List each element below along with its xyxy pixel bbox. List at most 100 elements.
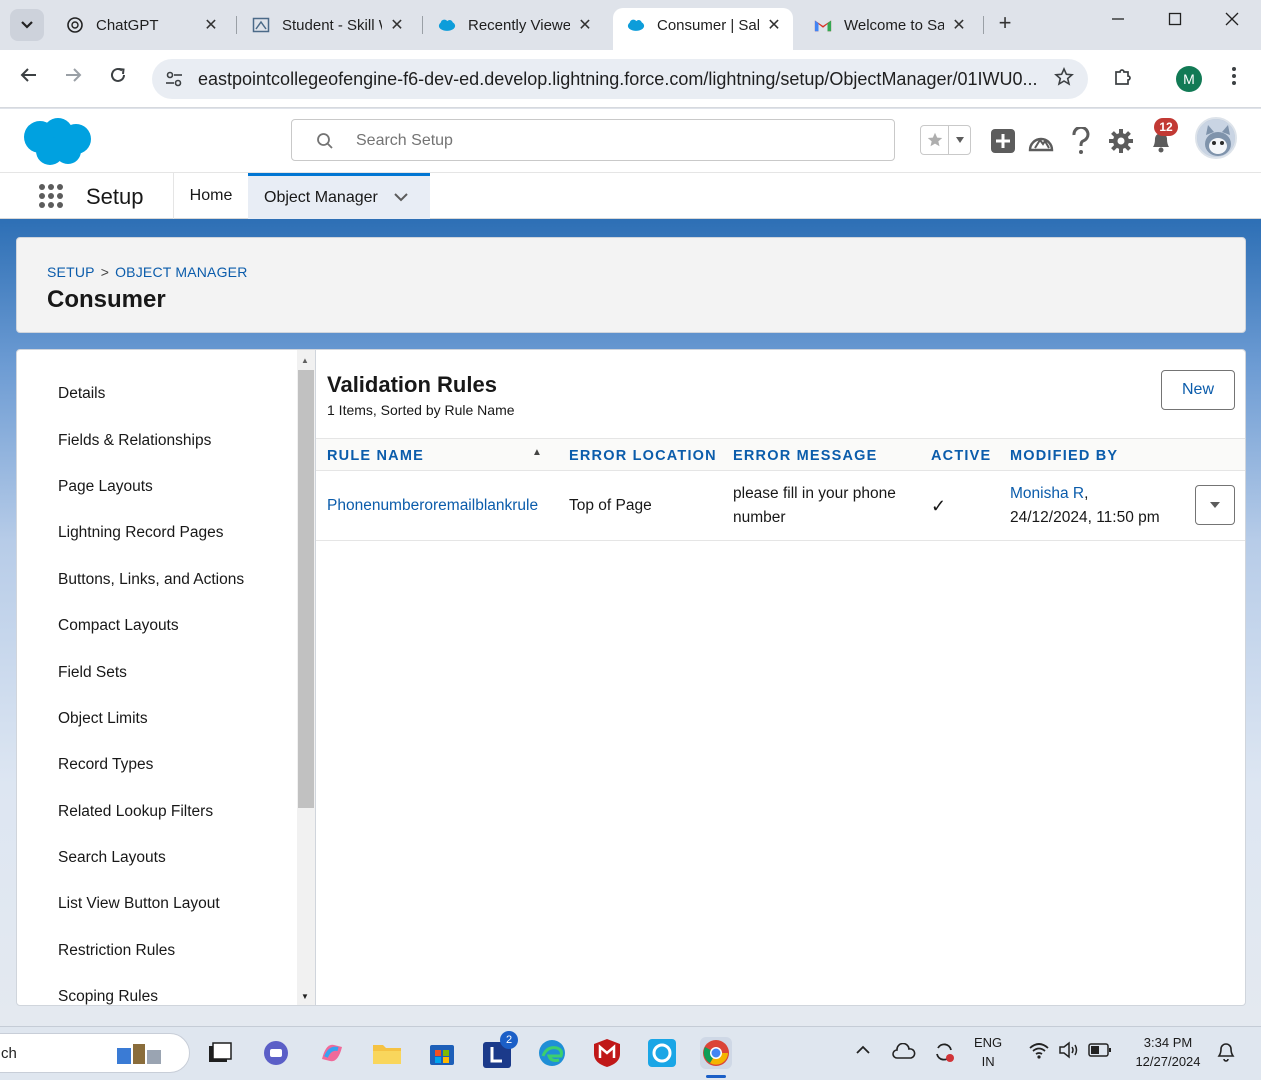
scroll-down-icon[interactable]: ▼ <box>301 992 309 1001</box>
sync-status-icon[interactable] <box>932 1040 956 1067</box>
sidebar-item-list-view-button-layout[interactable]: List View Button Layout <box>58 895 220 913</box>
site-info-icon[interactable] <box>164 69 184 94</box>
chevron-down-icon[interactable] <box>394 189 408 207</box>
notification-center-icon[interactable] <box>1216 1040 1236 1065</box>
global-actions-button[interactable] <box>989 127 1017 155</box>
teams-chat-icon[interactable] <box>260 1037 292 1069</box>
nav-tab-home[interactable]: Home <box>174 173 248 219</box>
back-button[interactable] <box>14 66 44 90</box>
new-tab-button[interactable]: + <box>990 10 1020 36</box>
language-indicator[interactable]: ENG IN <box>974 1033 1002 1071</box>
alexa-icon[interactable] <box>646 1037 678 1069</box>
taskbar-search[interactable]: ch <box>0 1033 190 1073</box>
address-bar[interactable]: eastpointcollegeofengine-f6-dev-ed.devel… <box>152 59 1088 99</box>
scroll-up-icon[interactable]: ▲ <box>301 356 309 365</box>
sidebar-item-scoping-rules[interactable]: Scoping Rules <box>58 988 158 1005</box>
help-button[interactable] <box>1067 127 1095 155</box>
mcafee-icon[interactable] <box>591 1037 623 1069</box>
scrollbar-thumb[interactable] <box>298 370 314 808</box>
wifi-icon[interactable] <box>1028 1041 1050 1062</box>
sidebar-scrollbar[interactable]: ▲ ▼ <box>297 350 315 1005</box>
edge-browser-icon[interactable] <box>536 1037 568 1069</box>
column-header-modified-by[interactable]: Modified By <box>1010 448 1118 464</box>
setup-search[interactable] <box>291 119 895 161</box>
windows-taskbar: ch 2 ENG IN 3:34 PM 12/27/2024 <box>0 1026 1261 1080</box>
language-region: IN <box>981 1054 995 1069</box>
error-location-cell: Top of Page <box>569 497 652 514</box>
breadcrumb-object-manager[interactable]: OBJECT MANAGER <box>115 264 247 280</box>
favorite-star-button[interactable] <box>921 126 949 154</box>
browser-tab-consumer[interactable]: Consumer | Salesforce ✕ <box>613 8 793 50</box>
sidebar-item-field-sets[interactable]: Field Sets <box>58 664 127 682</box>
chrome-browser-icon[interactable] <box>700 1037 732 1069</box>
browser-tab-chatgpt[interactable]: ChatGPT ✕ <box>52 8 230 42</box>
maximize-button[interactable] <box>1155 10 1195 31</box>
clock-date: 12/27/2024 <box>1135 1054 1201 1069</box>
tab-divider <box>983 16 984 34</box>
sidebar-item-record-types[interactable]: Record Types <box>58 756 153 774</box>
volume-icon[interactable] <box>1058 1041 1080 1062</box>
browser-menu-button[interactable] <box>1219 66 1249 92</box>
sidebar-item-page-layouts[interactable]: Page Layouts <box>58 478 153 496</box>
sidebar-item-fields-relationships[interactable]: Fields & Relationships <box>58 432 211 450</box>
sidebar-item-compact-layouts[interactable]: Compact Layouts <box>58 617 179 635</box>
sidebar-item-buttons-links-actions[interactable]: Buttons, Links, and Actions <box>58 571 244 589</box>
tab-divider <box>422 16 423 34</box>
browser-tab-recently-viewed[interactable]: Recently Viewed ✕ <box>424 8 604 42</box>
rule-name-link[interactable]: Phonenumberoremailblankrule <box>327 497 538 514</box>
trailhead-button[interactable] <box>1027 127 1055 155</box>
column-header-error-message[interactable]: Error Message <box>733 448 878 464</box>
battery-icon[interactable] <box>1088 1042 1112 1061</box>
taskbar-search-text: ch <box>1 1045 17 1062</box>
reload-button[interactable] <box>103 66 133 90</box>
clock[interactable]: 3:34 PM 12/27/2024 <box>1126 1033 1210 1071</box>
clock-time: 3:34 PM <box>1143 1035 1193 1050</box>
close-icon[interactable]: ✕ <box>576 15 594 35</box>
sidebar-item-related-lookup-filters[interactable]: Related Lookup Filters <box>58 803 213 821</box>
column-header-active[interactable]: Active <box>931 448 991 464</box>
profile-avatar[interactable]: M <box>1176 66 1202 92</box>
browser-tabstrip: ChatGPT ✕ Student - Skill Wallet ✕ Recen… <box>0 0 1261 50</box>
close-window-button[interactable] <box>1212 10 1252 31</box>
bookmark-star-icon[interactable] <box>1054 67 1074 93</box>
app-launcher-button[interactable] <box>38 182 64 215</box>
browser-tab-welcome[interactable]: Welcome to Salesforce ✕ <box>800 8 978 42</box>
task-view-icon[interactable] <box>204 1037 236 1069</box>
close-icon[interactable]: ✕ <box>202 15 220 35</box>
sidebar-item-details[interactable]: Details <box>58 385 105 403</box>
sort-ascending-icon[interactable]: ▲ <box>532 447 542 458</box>
minimize-button[interactable] <box>1098 10 1138 31</box>
error-message-cell: please fill in your phone number <box>733 482 896 530</box>
sidebar-item-search-layouts[interactable]: Search Layouts <box>58 849 166 867</box>
error-message-line: please fill in your phone <box>733 485 896 502</box>
close-icon[interactable]: ✕ <box>388 15 406 35</box>
show-hidden-icons[interactable] <box>855 1043 871 1058</box>
setup-gear-button[interactable] <box>1107 127 1135 155</box>
file-explorer-icon[interactable] <box>371 1037 403 1069</box>
forward-button[interactable] <box>58 66 88 90</box>
column-header-rule-name[interactable]: Rule Name <box>327 448 424 464</box>
copilot-icon[interactable] <box>316 1037 348 1069</box>
close-icon[interactable]: ✕ <box>950 15 968 35</box>
close-icon[interactable]: ✕ <box>765 15 783 35</box>
column-header-error-location[interactable]: Error Location <box>569 448 717 464</box>
onedrive-icon[interactable] <box>892 1042 916 1062</box>
modified-by-user-link[interactable]: Monisha R <box>1010 485 1084 502</box>
chatgpt-icon <box>66 16 84 34</box>
nav-tab-object-manager[interactable]: Object Manager <box>248 173 430 219</box>
new-rule-button[interactable]: New <box>1161 370 1235 410</box>
microsoft-store-icon[interactable] <box>426 1037 458 1069</box>
question-icon <box>1072 127 1090 154</box>
browser-tab-student[interactable]: Student - Skill Wallet ✕ <box>238 8 416 42</box>
salesforce-logo[interactable] <box>20 115 94 172</box>
tab-search-button[interactable] <box>10 9 44 41</box>
extensions-button[interactable] <box>1108 66 1138 92</box>
user-avatar[interactable] <box>1195 117 1237 159</box>
search-input[interactable] <box>356 129 856 153</box>
sidebar-item-restriction-rules[interactable]: Restriction Rules <box>58 942 175 960</box>
sidebar-item-object-limits[interactable]: Object Limits <box>58 710 148 728</box>
row-actions-button[interactable] <box>1195 485 1235 525</box>
favorites-dropdown-button[interactable] <box>949 126 970 154</box>
breadcrumb-setup[interactable]: SETUP <box>47 264 95 280</box>
sidebar-item-lightning-record-pages[interactable]: Lightning Record Pages <box>58 524 223 542</box>
